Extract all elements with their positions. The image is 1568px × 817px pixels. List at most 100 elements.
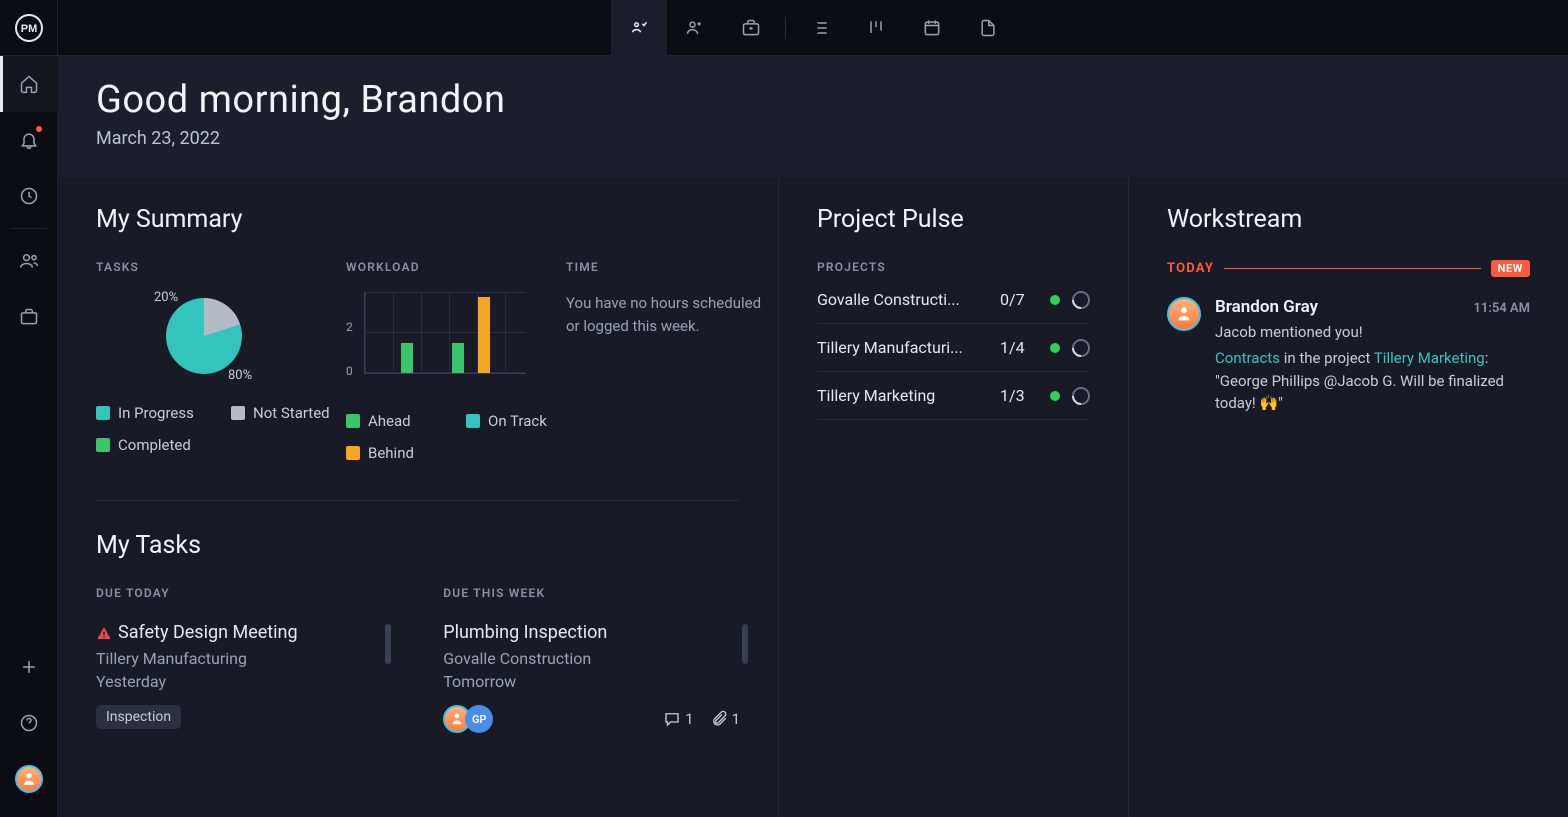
legend-completed: Completed xyxy=(96,436,211,454)
legend-behind: Behind xyxy=(346,444,446,462)
task-card[interactable]: Plumbing Inspection Govalle Construction… xyxy=(443,622,740,733)
task-card[interactable]: Safety Design Meeting Tillery Manufactur… xyxy=(96,622,383,729)
scrollbar[interactable] xyxy=(742,624,748,664)
nav-add[interactable] xyxy=(0,639,58,695)
nav-portfolio[interactable] xyxy=(0,289,58,345)
panel-workstream: Workstream TODAY NEW Brandon Gray 11:54 … xyxy=(1128,177,1568,817)
due-week-label: DUE THIS WEEK xyxy=(443,586,740,600)
task-project: Tillery Manufacturing xyxy=(96,649,383,668)
status-dot-icon xyxy=(1050,391,1060,401)
status-dot-icon xyxy=(1050,295,1060,305)
task-project: Govalle Construction xyxy=(443,649,740,668)
svg-text:PM: PM xyxy=(20,23,37,35)
left-sidebar: PM xyxy=(0,0,58,817)
topnav-list[interactable] xyxy=(792,0,848,56)
project-count: 1/4 xyxy=(1000,338,1038,357)
ws-mention-line: Jacob mentioned you! xyxy=(1215,323,1530,341)
tasks-pie-chart: 20% 80% xyxy=(156,292,276,382)
ytick-2: 2 xyxy=(346,320,353,334)
topnav-overview[interactable] xyxy=(611,0,667,56)
ytick-0: 0 xyxy=(346,364,353,378)
pie-label-80: 80% xyxy=(228,368,252,383)
project-row[interactable]: Govalle Constructi... 0/7 xyxy=(817,284,1090,324)
project-name: Tillery Marketing xyxy=(817,386,988,405)
nav-notifications[interactable] xyxy=(0,112,58,168)
ws-link-project[interactable]: Tillery Marketing xyxy=(1374,349,1485,367)
ruler-line xyxy=(1224,268,1481,269)
nav-help[interactable] xyxy=(0,695,58,751)
comment-icon xyxy=(663,710,681,728)
task-title-text: Safety Design Meeting xyxy=(118,622,298,643)
attachments-count[interactable]: 1 xyxy=(710,710,740,728)
assignee-avatars: GP xyxy=(443,705,487,733)
sidebar-divider xyxy=(11,228,47,229)
attachment-icon xyxy=(710,710,728,728)
app-logo[interactable]: PM xyxy=(0,0,58,56)
tasks-due-week-col: DUE THIS WEEK Plumbing Inspection Govall… xyxy=(443,586,740,733)
project-count: 0/7 xyxy=(1000,290,1038,309)
ws-author: Brandon Gray xyxy=(1215,297,1318,317)
task-tag: Inspection xyxy=(96,705,181,729)
greeting-title: Good morning, Brandon xyxy=(96,78,1530,122)
topnav-files[interactable] xyxy=(960,0,1016,56)
topnav-calendar[interactable] xyxy=(904,0,960,56)
workload-legend: Ahead On Track Behind xyxy=(346,412,566,462)
workstream-item[interactable]: Brandon Gray 11:54 AM Jacob mentioned yo… xyxy=(1167,297,1530,415)
tasks-legend: In Progress Not Started Completed xyxy=(96,404,346,454)
swatch-icon xyxy=(346,414,360,428)
progress-ring-icon xyxy=(1068,383,1093,408)
panel-summary-tasks: My Summary TASKS 20% 80% In Progress Not… xyxy=(58,177,778,817)
task-due: Tomorrow xyxy=(443,672,740,691)
comments-count[interactable]: 1 xyxy=(663,710,693,728)
swatch-icon xyxy=(96,438,110,452)
avatar-gp: GP xyxy=(465,705,493,733)
nav-profile-avatar[interactable] xyxy=(0,751,58,807)
pie-label-20: 20% xyxy=(154,290,178,305)
due-today-label: DUE TODAY xyxy=(96,586,383,600)
task-due: Yesterday xyxy=(96,672,383,691)
projects-label: PROJECTS xyxy=(817,260,1090,274)
task-title-text: Plumbing Inspection xyxy=(443,622,607,643)
swatch-icon xyxy=(231,406,245,420)
nav-recent[interactable] xyxy=(0,168,58,224)
bar-ahead-1 xyxy=(401,343,413,373)
project-name: Govalle Constructi... xyxy=(817,290,988,309)
ws-message: Contracts in the project Tillery Marketi… xyxy=(1215,347,1530,415)
topnav-team[interactable] xyxy=(667,0,723,56)
nav-home[interactable] xyxy=(0,56,58,112)
progress-ring-icon xyxy=(1068,335,1093,360)
topnav-separator xyxy=(785,17,786,39)
user-avatar-icon xyxy=(15,765,43,793)
workload-bar-chart: 0 2 xyxy=(346,292,526,388)
legend-ahead: Ahead xyxy=(346,412,446,430)
header-date: March 23, 2022 xyxy=(96,128,1530,149)
topnav-board[interactable] xyxy=(848,0,904,56)
project-count: 1/3 xyxy=(1000,386,1038,405)
top-nav xyxy=(58,0,1568,56)
topnav-projects[interactable] xyxy=(723,0,779,56)
tasks-due-today-col: DUE TODAY Safety Design Meeting Tillery … xyxy=(96,586,383,733)
today-label: TODAY xyxy=(1167,261,1214,276)
scrollbar[interactable] xyxy=(385,624,391,664)
pulse-title: Project Pulse xyxy=(817,205,1090,234)
nav-team[interactable] xyxy=(0,233,58,289)
avatar-icon xyxy=(1167,297,1201,331)
project-row[interactable]: Tillery Marketing 1/3 xyxy=(817,372,1090,420)
project-name: Tillery Manufacturi... xyxy=(817,338,988,357)
summary-title: My Summary xyxy=(96,205,740,234)
ws-timestamp: 11:54 AM xyxy=(1473,301,1530,316)
legend-on-track: On Track xyxy=(466,412,566,430)
time-empty-text: You have no hours scheduled or logged th… xyxy=(566,292,766,337)
ws-link-contracts[interactable]: Contracts xyxy=(1215,349,1280,367)
project-row[interactable]: Tillery Manufacturi... 1/4 xyxy=(817,324,1090,372)
status-dot-icon xyxy=(1050,343,1060,353)
workload-label: WORKLOAD xyxy=(346,260,566,274)
progress-ring-icon xyxy=(1068,287,1093,312)
swatch-icon xyxy=(96,406,110,420)
bar-ahead-2 xyxy=(452,343,464,373)
workstream-title: Workstream xyxy=(1167,205,1530,234)
workstream-today-ruler: TODAY NEW xyxy=(1167,260,1530,277)
page-header: Good morning, Brandon March 23, 2022 xyxy=(58,56,1568,177)
time-label: TIME xyxy=(566,260,766,274)
pie-graphic xyxy=(166,298,242,374)
